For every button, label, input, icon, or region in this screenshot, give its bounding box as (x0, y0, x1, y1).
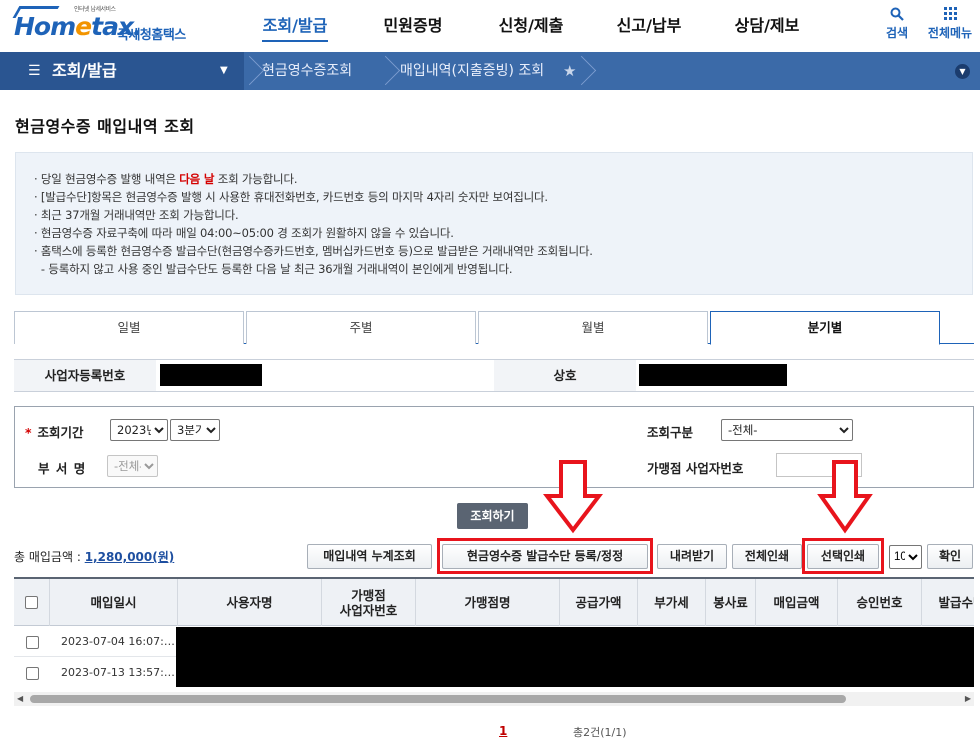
chevron-right-icon (576, 52, 590, 90)
red-arrow-down-icon (817, 460, 873, 534)
print-all-button[interactable]: 전체인쇄 (732, 544, 802, 569)
col-service-charge[interactable]: 봉사료 (706, 579, 756, 626)
tab-daily[interactable]: 일별 (14, 311, 244, 344)
search-button[interactable]: 조회하기 (457, 503, 528, 529)
top-header: 인터넷 납세서비스 Hometax. 국세청홈택스 조회/발급 민원증명 신청/… (0, 0, 980, 52)
row-checkbox[interactable] (26, 667, 39, 680)
scroll-right-icon[interactable]: ▶ (965, 694, 971, 703)
select-all-cell (14, 579, 50, 626)
quarter-select[interactable]: 3분기 (170, 419, 220, 441)
notice-line: · 홈택스에 등록한 현금영수증 발급수단(현금영수증카드번호, 멤버십카드번호… (34, 244, 593, 258)
business-info: 사업자등록번호 상호 (14, 359, 974, 392)
confirm-button[interactable]: 확인 (927, 544, 973, 569)
red-arrow-down-icon (543, 460, 603, 534)
col-approval-no[interactable]: 승인번호 (838, 579, 922, 626)
col-merchant-name[interactable]: 가맹점명 (416, 579, 560, 626)
expand-down-icon[interactable]: ▼ (955, 64, 970, 79)
horizontal-scrollbar[interactable]: ◀ ▶ (14, 692, 974, 706)
nav-inquiry-issue[interactable]: 조회/발급 (236, 0, 354, 52)
inquiry-type-label: 조회구분 (647, 425, 694, 440)
col-purchase-datetime[interactable]: 매입일시 (50, 579, 178, 626)
chevron-right-icon (380, 52, 394, 90)
register-issue-means-button[interactable]: 현금영수증 발급수단 등록/정정 (442, 544, 648, 569)
scroll-left-icon[interactable]: ◀ (17, 694, 23, 703)
col-vat[interactable]: 부가세 (638, 579, 706, 626)
inquiry-type-select[interactable]: -전체- (721, 419, 853, 441)
row-checkbox[interactable] (26, 636, 39, 649)
nav-consult[interactable]: 상담/제보 (708, 0, 826, 52)
tab-monthly[interactable]: 월별 (478, 311, 708, 344)
company-name-value-redacted (639, 364, 787, 386)
tab-quarterly[interactable]: 분기별 (710, 311, 940, 345)
company-name-label: 상호 (494, 360, 636, 391)
nav-apply-submit[interactable]: 신청/제출 (472, 0, 590, 52)
page-title: 현금영수증 매입내역 조회 (15, 117, 195, 136)
grid-header: 매입일시 사용자명 가맹점 사업자번호 가맹점명 공급가액 부가세 봉사료 매입… (14, 579, 974, 626)
notice-line: · 당일 현금영수증 발행 내역은 다음 날 조회 가능합니다. (34, 172, 298, 186)
year-select[interactable]: 2023년 (110, 419, 168, 441)
breadcrumb-menu-label: 조회/발급 (52, 61, 117, 80)
period-label: * 조회기간 (25, 425, 84, 440)
search-util-label: 검색 (885, 26, 909, 40)
search-util-button[interactable]: 검색 (884, 4, 910, 41)
row-purchase-datetime: 2023-07-13 13:57:… (61, 666, 175, 679)
download-button[interactable]: 내려받기 (657, 544, 727, 569)
logo-korean: 국세청홈택스 (117, 28, 186, 43)
col-issue-means[interactable]: 발급수단 (922, 579, 974, 626)
page-number-current[interactable]: 1 (499, 724, 507, 738)
dept-select[interactable]: -전체- (107, 455, 158, 477)
required-mark: * (25, 425, 32, 440)
redacted-row-data (176, 627, 974, 687)
chevron-right-icon (244, 52, 258, 90)
breadcrumb-item-cash-receipt[interactable]: 현금영수증조회 (262, 52, 352, 90)
row-purchase-datetime: 2023-07-04 16:07:… (61, 635, 175, 648)
all-menu-button[interactable]: 전체메뉴 (925, 4, 975, 41)
nav-report-pay[interactable]: 신고/납부 (590, 0, 708, 52)
breadcrumb-item-purchase[interactable]: 매입내역(지출증빙) 조회 (400, 52, 544, 90)
scrollbar-thumb[interactable] (30, 695, 846, 703)
dept-label: 부 서 명 (38, 461, 87, 476)
breadcrumb-menu-toggle[interactable]: ☰ 조회/발급 ▼ (0, 52, 244, 90)
notice-line: · [발급수단]항목은 현금영수증 발행 시 사용한 휴대전화번호, 카드번호 … (34, 190, 548, 204)
page-size-select[interactable]: 10 (889, 545, 922, 569)
hometax-logo[interactable]: 인터넷 납세서비스 Hometax. 국세청홈택스 (12, 4, 204, 48)
notice-line: · 최근 37개월 거래내역만 조회 가능합니다. (34, 208, 239, 222)
global-nav: 조회/발급 민원증명 신청/제출 신고/납부 상담/제보 (236, 0, 826, 52)
col-user-name[interactable]: 사용자명 (178, 579, 322, 626)
col-supply-amount[interactable]: 공급가액 (560, 579, 638, 626)
print-selected-button[interactable]: 선택인쇄 (807, 544, 879, 569)
reg-no-label: 사업자등록번호 (14, 360, 156, 391)
notice-line: · 현금영수증 자료구축에 따라 매일 04:00~05:00 경 조회가 원활… (34, 226, 454, 240)
search-icon (884, 4, 910, 24)
col-merchant-reg-no[interactable]: 가맹점 사업자번호 (322, 579, 416, 626)
tab-weekly[interactable]: 주별 (246, 311, 476, 344)
period-tabs: 일별 주별 월별 분기별 (14, 311, 974, 345)
total-amount: 총 매입금액 : 1,280,000(원) (14, 550, 175, 564)
purchase-grid: 매입일시 사용자명 가맹점 사업자번호 가맹점명 공급가액 부가세 봉사료 매입… (14, 577, 974, 687)
nav-certificates[interactable]: 민원증명 (354, 0, 472, 52)
col-purchase-amount[interactable]: 매입금액 (756, 579, 838, 626)
cumulative-inquiry-button[interactable]: 매입내역 누계조회 (307, 544, 432, 569)
notice-line: - 등록하지 않고 사용 중인 발급수단도 등록한 다음 날 최근 36개월 거… (34, 262, 513, 276)
caret-down-icon: ▼ (220, 65, 228, 76)
total-amount-link[interactable]: 1,280,000(원) (85, 550, 175, 564)
select-all-checkbox[interactable] (25, 596, 38, 609)
merchant-no-label: 가맹점 사업자번호 (647, 461, 744, 476)
hamburger-icon: ☰ (28, 63, 41, 79)
reg-no-value-redacted (160, 364, 262, 386)
notice-box: · 당일 현금영수증 발행 내역은 다음 날 조회 가능합니다. · [발급수단… (15, 152, 973, 295)
grid-menu-icon (925, 4, 975, 24)
breadcrumb: ☰ 조회/발급 ▼ 현금영수증조회 매입내역(지출증빙) 조회 ★ ▼ (0, 52, 980, 90)
all-menu-label: 전체메뉴 (927, 26, 973, 40)
record-count: 총2건(1/1) (573, 726, 627, 739)
